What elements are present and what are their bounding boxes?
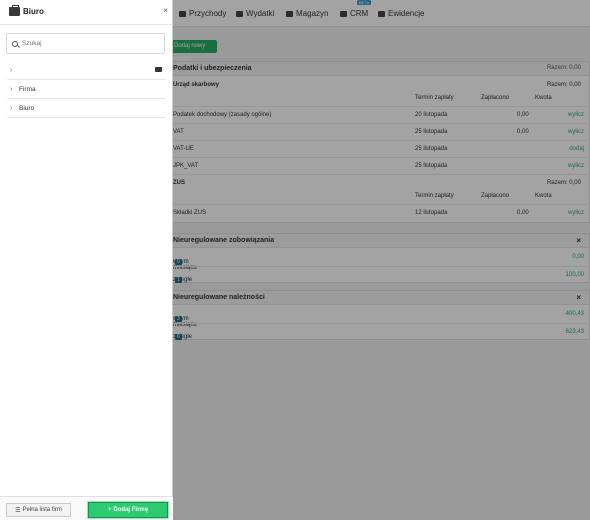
full-company-list-button[interactable]: ☰ Pełna lista firm xyxy=(6,503,71,517)
company-drawer: Biuro × › › Firma › Biuro ☰ Pełna lista … xyxy=(0,0,173,520)
tree-item-firma[interactable]: › Firma xyxy=(7,80,166,99)
search-box xyxy=(6,33,165,54)
chevron-right-icon: › xyxy=(10,66,13,74)
plus-icon: + xyxy=(107,507,112,513)
drawer-footer: ☰ Pełna lista firm + Dodaj Firmę xyxy=(0,496,173,520)
drawer-title: Biuro xyxy=(23,7,44,16)
close-icon[interactable]: × xyxy=(163,6,168,15)
chevron-right-icon: › xyxy=(10,85,13,93)
tree-item-root[interactable]: › xyxy=(7,61,166,80)
chevron-right-icon: › xyxy=(10,104,13,112)
search-input[interactable] xyxy=(22,40,152,47)
tree-item-label: Firma xyxy=(19,85,36,93)
add-company-button[interactable]: + Dodaj Firmę xyxy=(87,501,169,519)
tree-item-biuro[interactable]: › Biuro xyxy=(7,99,166,118)
search-icon xyxy=(12,40,18,47)
list-icon: ☰ xyxy=(15,507,21,514)
tree-item-label: Biuro xyxy=(19,104,35,112)
briefcase-icon xyxy=(9,5,20,16)
drawer-header: Biuro × xyxy=(0,0,173,25)
briefcase-icon xyxy=(155,67,162,72)
